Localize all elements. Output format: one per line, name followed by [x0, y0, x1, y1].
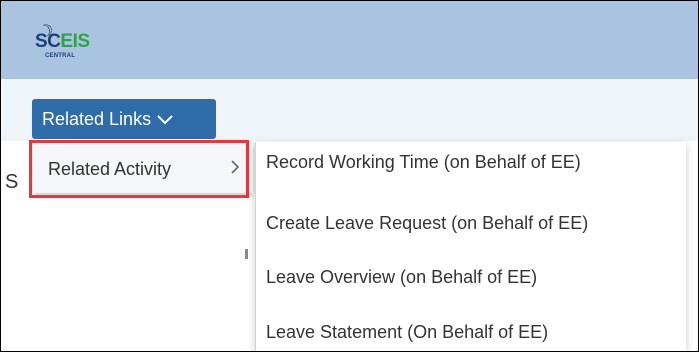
menu-item-related-activity[interactable]: Related Activity [29, 140, 249, 198]
submenu-item-leave-statement[interactable]: Leave Statement (On Behalf of EE) [266, 322, 548, 343]
shell-header: ☽ SCEIS CENTRAL [1, 1, 698, 79]
logo-wordmark: SCEIS [35, 31, 90, 52]
chevron-down-icon [157, 109, 173, 130]
menu-item-label: Related Activity [48, 158, 172, 179]
sceis-logo[interactable]: ☽ SCEIS CENTRAL [29, 13, 99, 63]
submenu-item-create-leave-request[interactable]: Create Leave Request (on Behalf of EE) [266, 213, 588, 234]
chevron-right-icon [230, 159, 240, 180]
hidden-content-edge [245, 249, 248, 259]
related-links-button[interactable]: Related Links [32, 99, 216, 139]
related-links-label: Related Links [42, 108, 152, 129]
submenu-item-leave-overview[interactable]: Leave Overview (on Behalf of EE) [266, 267, 537, 288]
page-heading-partial: S [5, 171, 19, 193]
app-window: ☽ SCEIS CENTRAL Related Links S Related … [0, 0, 699, 352]
related-activity-submenu: Record Working Time (on Behalf of EE) Cr… [255, 142, 686, 351]
logo-subtitle: CENTRAL [45, 53, 76, 59]
submenu-item-record-working-time[interactable]: Record Working Time (on Behalf of EE) [266, 152, 581, 173]
